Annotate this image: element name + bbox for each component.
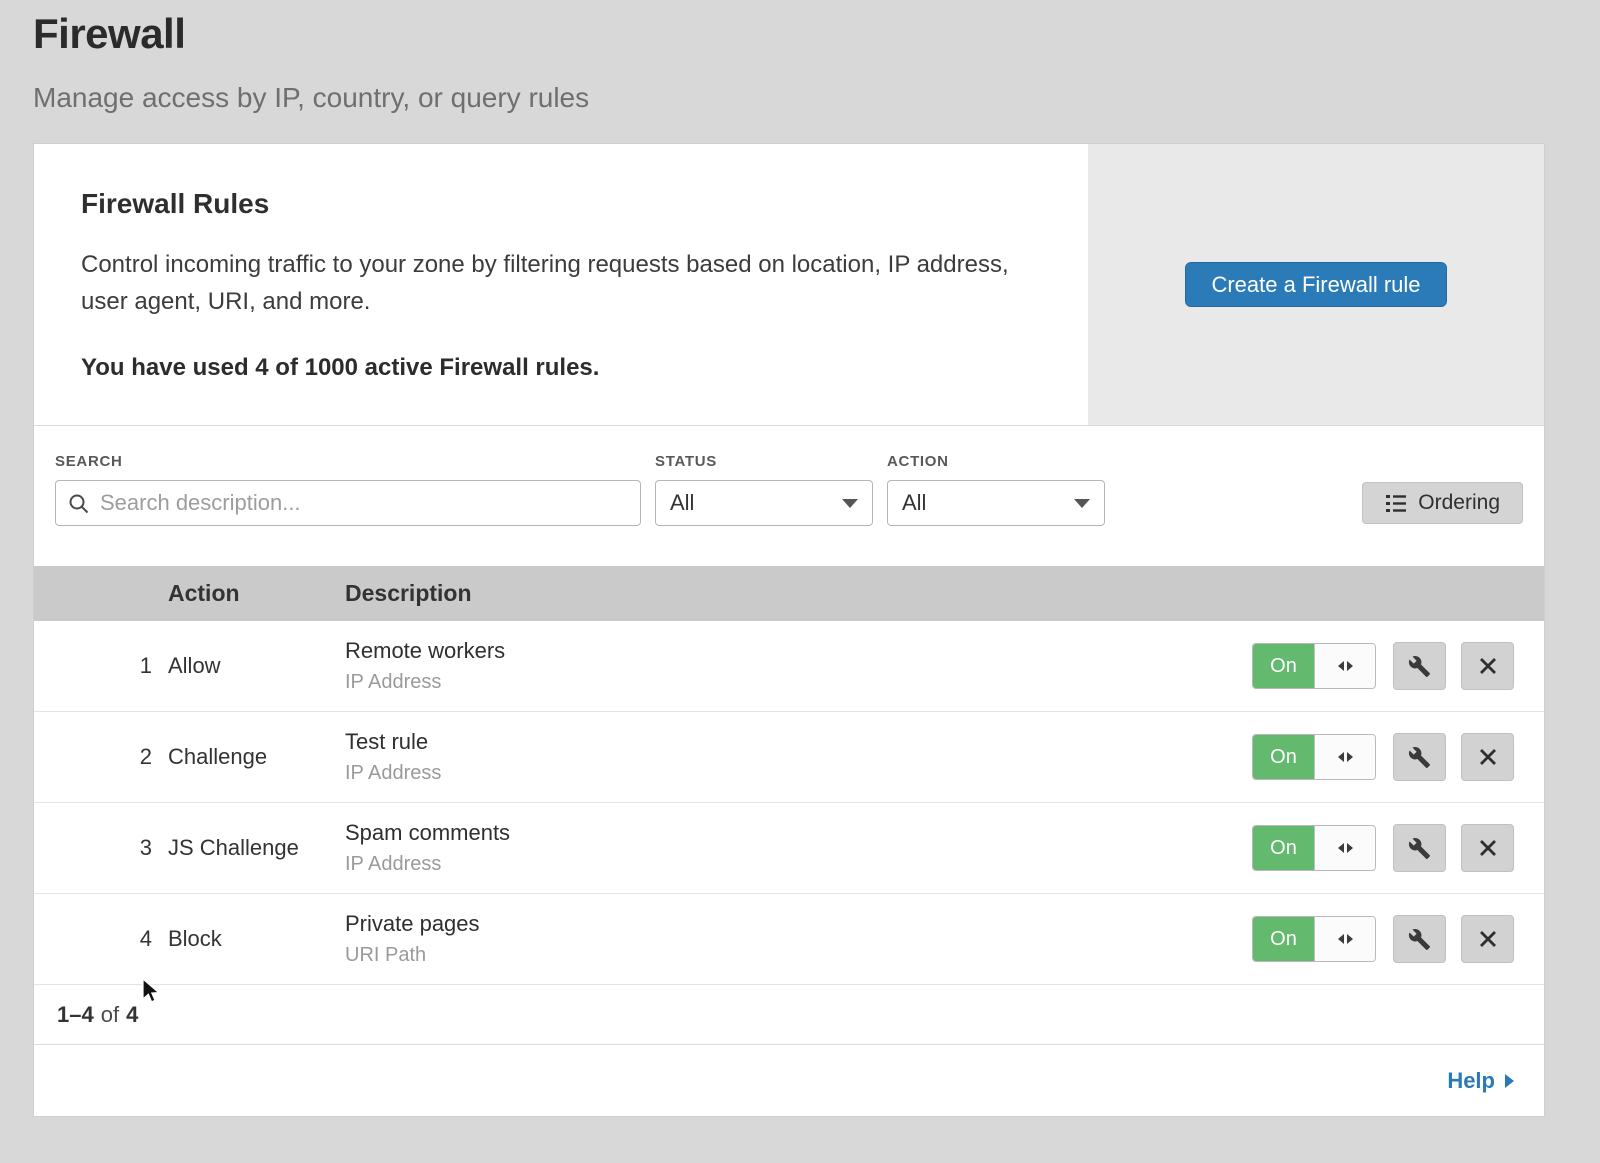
delete-rule-button[interactable]	[1461, 824, 1514, 872]
ordered-list-icon	[1385, 493, 1407, 513]
rule-match-type: IP Address	[345, 853, 1252, 876]
status-select-value: All	[670, 490, 694, 516]
action-select-value: All	[902, 490, 926, 516]
rule-description-cell: Remote workers IP Address	[345, 638, 1252, 694]
toggle-on-label[interactable]: On	[1253, 826, 1314, 870]
rules-usage-count: You have used 4 of 1000 active Firewall …	[81, 354, 1028, 382]
delete-rule-button[interactable]	[1461, 915, 1514, 963]
page-title: Firewall	[33, 10, 1567, 58]
close-icon	[1478, 747, 1498, 767]
rule-action: Allow	[168, 653, 345, 679]
intro-action-panel: Create a Firewall rule	[1088, 144, 1544, 425]
help-link[interactable]: Help	[1447, 1068, 1514, 1094]
wrench-icon	[1408, 746, 1431, 769]
search-filter-group: SEARCH	[55, 453, 641, 526]
rule-description-text: Spam comments	[345, 820, 1252, 846]
toggle-on-label[interactable]: On	[1253, 735, 1314, 779]
rule-action: Block	[168, 926, 345, 952]
rule-match-type: IP Address	[345, 671, 1252, 694]
column-description: Description	[345, 580, 1252, 607]
page-subtitle: Manage access by IP, country, or query r…	[33, 82, 1567, 114]
chevron-down-icon	[842, 499, 858, 508]
status-select[interactable]: All	[655, 480, 873, 526]
search-label: SEARCH	[55, 453, 641, 470]
rule-description-cell: Test rule IP Address	[345, 729, 1252, 785]
toggle-arrows-icon[interactable]	[1314, 917, 1375, 961]
wrench-icon	[1408, 928, 1431, 951]
firewall-page: Firewall Manage access by IP, country, o…	[0, 0, 1600, 1163]
rule-description-cell: Private pages URI Path	[345, 911, 1252, 967]
intro-description: Control incoming traffic to your zone by…	[81, 246, 1028, 320]
firewall-rules-card: Firewall Rules Control incoming traffic …	[33, 143, 1545, 1117]
table-row: 3 JS Challenge Spam comments IP Address …	[34, 803, 1544, 894]
column-action: Action	[168, 580, 345, 607]
status-filter-group: STATUS All	[655, 453, 873, 526]
table-header: Action Description	[34, 566, 1544, 621]
edit-rule-button[interactable]	[1393, 915, 1446, 963]
rule-enabled-toggle[interactable]: On	[1252, 916, 1376, 962]
create-firewall-rule-button[interactable]: Create a Firewall rule	[1185, 262, 1446, 307]
rule-description-text: Test rule	[345, 729, 1252, 755]
rule-match-type: IP Address	[345, 762, 1252, 785]
rule-priority: 2	[34, 744, 168, 770]
close-icon	[1478, 929, 1498, 949]
rule-priority: 1	[34, 653, 168, 679]
table-row: 1 Allow Remote workers IP Address On	[34, 621, 1544, 712]
pagination: 1–4 of 4	[34, 985, 1544, 1045]
rule-priority: 4	[34, 926, 168, 952]
delete-rule-button[interactable]	[1461, 733, 1514, 781]
toggle-on-label[interactable]: On	[1253, 917, 1314, 961]
close-icon	[1478, 838, 1498, 858]
ordering-button[interactable]: Ordering	[1362, 482, 1523, 524]
firewall-rules-intro: Firewall Rules Control incoming traffic …	[34, 144, 1544, 426]
rule-priority: 3	[34, 835, 168, 861]
action-label: ACTION	[887, 453, 1105, 470]
rule-description-text: Private pages	[345, 911, 1252, 937]
close-icon	[1478, 656, 1498, 676]
edit-rule-button[interactable]	[1393, 733, 1446, 781]
toggle-arrows-icon[interactable]	[1314, 644, 1375, 688]
delete-rule-button[interactable]	[1461, 642, 1514, 690]
status-label: STATUS	[655, 453, 873, 470]
filter-bar: SEARCH STATUS All ACTION	[34, 426, 1544, 566]
page-header: Firewall Manage access by IP, country, o…	[0, 0, 1600, 114]
rule-action: JS Challenge	[168, 835, 345, 861]
card-footer: Help	[34, 1045, 1544, 1116]
edit-rule-button[interactable]	[1393, 824, 1446, 872]
rule-description-cell: Spam comments IP Address	[345, 820, 1252, 876]
rule-controls: On	[1252, 915, 1544, 963]
search-icon	[68, 493, 90, 515]
toggle-on-label[interactable]: On	[1253, 644, 1314, 688]
wrench-icon	[1408, 655, 1431, 678]
chevron-down-icon	[1074, 499, 1090, 508]
rule-controls: On	[1252, 642, 1544, 690]
pagination-range: 1–4	[57, 1002, 94, 1028]
ordering-button-label: Ordering	[1418, 491, 1500, 515]
search-box	[55, 480, 641, 526]
rule-match-type: URI Path	[345, 944, 1252, 967]
rule-controls: On	[1252, 824, 1544, 872]
rule-action: Challenge	[168, 744, 345, 770]
rule-description-text: Remote workers	[345, 638, 1252, 664]
edit-rule-button[interactable]	[1393, 642, 1446, 690]
intro-heading: Firewall Rules	[81, 188, 1028, 220]
table-row: 2 Challenge Test rule IP Address On	[34, 712, 1544, 803]
arrow-right-icon	[1505, 1074, 1514, 1088]
rule-enabled-toggle[interactable]: On	[1252, 734, 1376, 780]
wrench-icon	[1408, 837, 1431, 860]
search-input[interactable]	[56, 481, 640, 525]
rule-enabled-toggle[interactable]: On	[1252, 825, 1376, 871]
rule-enabled-toggle[interactable]: On	[1252, 643, 1376, 689]
intro-text-block: Firewall Rules Control incoming traffic …	[34, 144, 1088, 425]
action-filter-group: ACTION All	[887, 453, 1105, 526]
table-row: 4 Block Private pages URI Path On	[34, 894, 1544, 985]
help-link-label: Help	[1447, 1068, 1495, 1094]
pagination-separator: of	[101, 1002, 119, 1028]
action-select[interactable]: All	[887, 480, 1105, 526]
toggle-arrows-icon[interactable]	[1314, 826, 1375, 870]
pagination-total: 4	[126, 1002, 138, 1028]
toggle-arrows-icon[interactable]	[1314, 735, 1375, 779]
rule-controls: On	[1252, 733, 1544, 781]
